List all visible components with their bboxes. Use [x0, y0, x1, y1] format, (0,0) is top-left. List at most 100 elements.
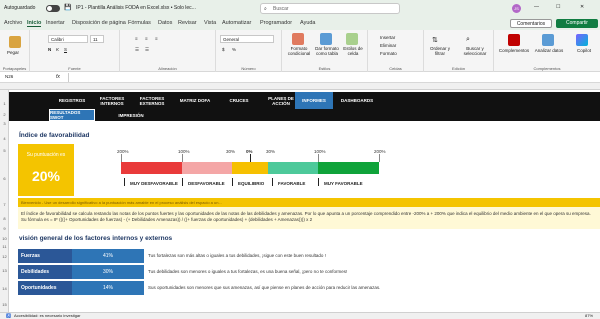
bold-button[interactable]: N [48, 47, 51, 52]
autosave-toggle[interactable] [46, 5, 60, 12]
row-number[interactable]: 6 [0, 176, 9, 181]
row-number[interactable]: 13 [0, 268, 9, 273]
subtab-impresion[interactable]: IMPRESIÓN [111, 109, 151, 121]
menu-bar: Archivo Inicio Insertar Disposición de p… [0, 17, 600, 30]
subtab-resultados[interactable]: RESULTADOS SWOT [49, 109, 95, 121]
row-number[interactable]: 11 [0, 244, 9, 249]
close-icon[interactable]: ✕ [580, 4, 584, 10]
comments-button[interactable]: Comentarios [510, 19, 552, 28]
save-icon[interactable]: 💾 [64, 5, 71, 11]
align-top-icon[interactable]: ≡ [135, 36, 138, 41]
factor-name: Oportunidades [18, 281, 72, 295]
italic-button[interactable]: K [56, 47, 59, 52]
editing-group: ⇅ Ordenar y filtrar ⌕ Buscar y seleccion… [424, 30, 494, 72]
nav-factores-externos[interactable]: FACTORES EXTERNOS [133, 92, 171, 109]
formula-input[interactable] [68, 73, 596, 82]
insert-button[interactable]: Insertar [380, 35, 395, 40]
category-label: MUY DESFAVORABLE [124, 178, 178, 186]
align-center-icon[interactable]: ☰ [145, 47, 149, 53]
row-number[interactable]: 4 [0, 136, 9, 141]
row-number[interactable]: 1 [0, 101, 9, 106]
zone-favorable [268, 162, 318, 174]
overview-row: Oportunidades 14% Sus oportunidades son … [18, 281, 600, 295]
analyze-icon [542, 34, 554, 46]
row-number[interactable]: 7 [0, 202, 9, 207]
name-box[interactable]: N26 [3, 73, 41, 81]
nav-matriz-dofa[interactable]: MATRIZ DOFA [173, 92, 217, 109]
addins-button[interactable]: Complementos [496, 48, 532, 53]
nav-dashboards[interactable]: DASHBOARDS [335, 92, 379, 109]
row-number[interactable]: 14 [0, 286, 9, 291]
cells-group: Insertar Eliminar Formato Celdas [368, 30, 424, 72]
factor-name: Debilidades [18, 265, 72, 279]
cell-styles-button[interactable]: Estilos de celda [340, 46, 366, 56]
menu-inicio[interactable]: Inicio [27, 20, 42, 27]
find-button[interactable]: Buscar y seleccionar [458, 46, 492, 56]
find-icon: ⌕ [466, 36, 470, 43]
row-number[interactable]: 8 [0, 216, 9, 221]
category-label: FAVORABLE [271, 178, 306, 186]
align-middle-icon[interactable]: ≡ [145, 36, 148, 41]
row-number[interactable]: 12 [0, 254, 9, 259]
copilot-button[interactable]: Copilot [572, 48, 596, 53]
maximize-icon[interactable]: ☐ [556, 4, 560, 10]
menu-programador[interactable]: Programador [260, 20, 292, 26]
underline-button[interactable]: S [64, 47, 67, 52]
copilot-icon [576, 34, 588, 46]
font-size-select[interactable]: 11 [90, 35, 104, 43]
menu-formulas[interactable]: Fórmulas [128, 20, 151, 26]
font-name-select[interactable]: Calibri [48, 35, 88, 43]
accessibility-icon: ♿ [6, 313, 11, 318]
row-number[interactable]: 9 [0, 226, 9, 231]
row-header[interactable]: 1 2 3 4 5 6 7 8 9 10 11 12 13 14 15 [0, 90, 9, 312]
row-number[interactable]: 15 [0, 302, 9, 307]
nav-factores-internos[interactable]: FACTORES INTERNOS [93, 92, 131, 109]
menu-automatizar[interactable]: Automatizar [222, 20, 251, 26]
fx-icon: fx [56, 74, 60, 80]
menu-revisar[interactable]: Revisar [178, 20, 197, 26]
menu-disposicion[interactable]: Disposición de página [72, 20, 126, 26]
nav-registros[interactable]: REGISTROS [53, 92, 91, 109]
cond-format-button[interactable]: Formato condicional [284, 46, 314, 56]
menu-ayuda[interactable]: Ayuda [300, 20, 316, 26]
format-button[interactable]: Formato [380, 51, 397, 56]
nav-cruces[interactable]: CRUCES [219, 92, 259, 109]
addins-group: Complementos Analizar datos Copilot Comp… [494, 30, 600, 72]
currency-icon[interactable]: $ [222, 47, 225, 52]
delete-button[interactable]: Eliminar [380, 43, 396, 48]
row-number[interactable]: 5 [0, 148, 9, 153]
score-box: Su puntuación es 20% [18, 144, 74, 196]
score-value: 20% [31, 168, 61, 184]
align-left-icon[interactable]: ☰ [135, 47, 139, 53]
accessibility-status[interactable]: Accesibilidad: es necesario investigar [14, 313, 80, 319]
row-number[interactable]: 10 [0, 236, 9, 241]
font-group: Calibri 11 N K S Fuente [30, 30, 120, 72]
menu-datos[interactable]: Datos [158, 20, 172, 26]
scale-label: 200% [117, 149, 129, 154]
percent-icon[interactable]: % [232, 47, 236, 52]
analyze-button[interactable]: Analizar datos [534, 48, 564, 53]
number-format-select[interactable]: General [220, 35, 274, 43]
minimize-icon[interactable]: — [534, 4, 539, 10]
share-button[interactable]: Compartir [556, 19, 598, 28]
filename: IP1 - Plantilla Análisis FODA en Excel.x… [76, 5, 196, 11]
menu-archivo[interactable]: Archivo [4, 20, 22, 26]
factor-desc: Tus debilidades son menores o iguales a … [148, 269, 348, 274]
paste-button[interactable]: Pegar [7, 50, 19, 55]
row-number[interactable]: 2 [0, 112, 9, 117]
scale-label: 30% [226, 149, 236, 154]
editing-label: Edición [451, 66, 466, 71]
row-number[interactable]: 3 [0, 121, 9, 126]
search-box[interactable]: ⌕ Buscar [260, 3, 400, 14]
table-format-button[interactable]: Dar formato como tabla [312, 46, 342, 56]
avatar[interactable]: JS [512, 4, 521, 13]
zoom-level[interactable]: 87% [585, 313, 593, 319]
nav-informes[interactable]: INFORMES [295, 92, 333, 109]
paste-icon[interactable] [9, 36, 21, 48]
column-header[interactable] [0, 83, 600, 90]
menu-vista[interactable]: Vista [204, 20, 216, 26]
overview-title: visión general de los factores internos … [19, 235, 173, 242]
sort-button[interactable]: Ordenar y filtrar [426, 46, 454, 56]
align-bottom-icon[interactable]: ≡ [155, 36, 158, 41]
menu-insertar[interactable]: Insertar [46, 20, 65, 26]
